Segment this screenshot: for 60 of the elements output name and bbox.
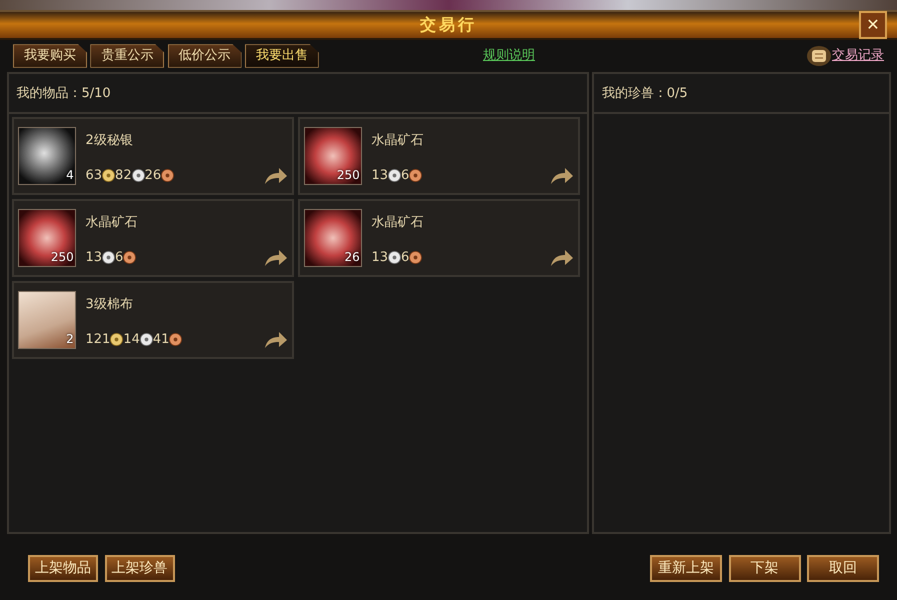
price-amount: 63 bbox=[86, 166, 102, 185]
price-amount: 121 bbox=[86, 330, 110, 349]
item-card[interactable]: 2 3级棉布 121 14 41 bbox=[12, 281, 294, 360]
coin-icon bbox=[132, 169, 145, 182]
price-amount: 26 bbox=[144, 166, 162, 185]
coin-icon bbox=[140, 333, 153, 346]
action-button[interactable]: 上架物品 bbox=[28, 554, 98, 582]
action-button[interactable]: 上架珍兽 bbox=[104, 554, 174, 582]
item-name: 2级秘银 bbox=[86, 132, 134, 150]
tab[interactable]: 低价公示 bbox=[168, 44, 242, 68]
coin-icon bbox=[161, 169, 174, 182]
share-arrow-icon[interactable] bbox=[264, 166, 288, 184]
coin-icon bbox=[409, 251, 422, 264]
price-amount: 13 bbox=[372, 248, 388, 267]
item-card[interactable]: 250 水晶矿石 13 6 bbox=[12, 199, 294, 278]
share-arrow-icon[interactable] bbox=[550, 248, 574, 266]
price-amount: 6 bbox=[115, 248, 124, 267]
item-card[interactable]: 26 水晶矿石 13 6 bbox=[298, 199, 580, 278]
coin-icon bbox=[123, 251, 136, 264]
item-name: 水晶矿石 bbox=[372, 132, 424, 150]
coin-icon bbox=[388, 251, 402, 264]
share-arrow-icon[interactable] bbox=[264, 248, 288, 266]
item-count: 26 bbox=[344, 249, 360, 266]
price-amount: 41 bbox=[152, 330, 170, 349]
item-count: 250 bbox=[50, 249, 74, 266]
coin-icon bbox=[102, 251, 116, 264]
items-count-label: 我的物品：5/10 bbox=[16, 86, 111, 101]
pets-count-label: 我的珍兽：0/5 bbox=[602, 86, 688, 101]
rules-link[interactable]: 规则说明 bbox=[483, 46, 535, 66]
price-amount: 13 bbox=[372, 166, 388, 185]
scroll-icon bbox=[806, 45, 832, 67]
item-card[interactable]: 250 水晶矿石 13 6 bbox=[298, 117, 580, 196]
action-button[interactable]: 下架 bbox=[728, 554, 800, 582]
tab[interactable]: 我要出售 bbox=[244, 44, 319, 68]
window-title: 交易行 bbox=[420, 14, 477, 36]
price-amount: 6 bbox=[401, 248, 410, 267]
coin-icon bbox=[102, 169, 116, 182]
trade-history-link[interactable]: 交易记录 bbox=[832, 46, 884, 66]
price-amount: 82 bbox=[115, 166, 132, 185]
coin-icon bbox=[388, 169, 402, 182]
item-name: 水晶矿石 bbox=[86, 214, 138, 232]
share-arrow-icon[interactable] bbox=[550, 166, 574, 184]
price-amount: 13 bbox=[86, 248, 102, 267]
item-count: 250 bbox=[336, 167, 360, 184]
tab[interactable]: 我要购买 bbox=[13, 44, 87, 68]
item-name: 水晶矿石 bbox=[372, 214, 424, 232]
item-card[interactable]: 4 2级秘银 63 82 26 bbox=[12, 117, 294, 196]
item-count: 4 bbox=[66, 167, 74, 184]
coin-icon bbox=[169, 333, 182, 346]
action-button[interactable]: 重新上架 bbox=[650, 554, 722, 582]
coin-icon bbox=[409, 169, 422, 182]
item-name: 3级棉布 bbox=[86, 296, 134, 314]
tab[interactable]: 贵重公示 bbox=[90, 44, 164, 68]
item-count: 2 bbox=[66, 331, 74, 348]
share-arrow-icon[interactable] bbox=[264, 330, 288, 348]
price-amount: 14 bbox=[123, 330, 140, 349]
action-button[interactable]: 取回 bbox=[807, 554, 879, 582]
coin-icon bbox=[110, 333, 124, 346]
close-button[interactable]: ✕ bbox=[859, 11, 887, 39]
price-amount: 6 bbox=[401, 166, 410, 185]
